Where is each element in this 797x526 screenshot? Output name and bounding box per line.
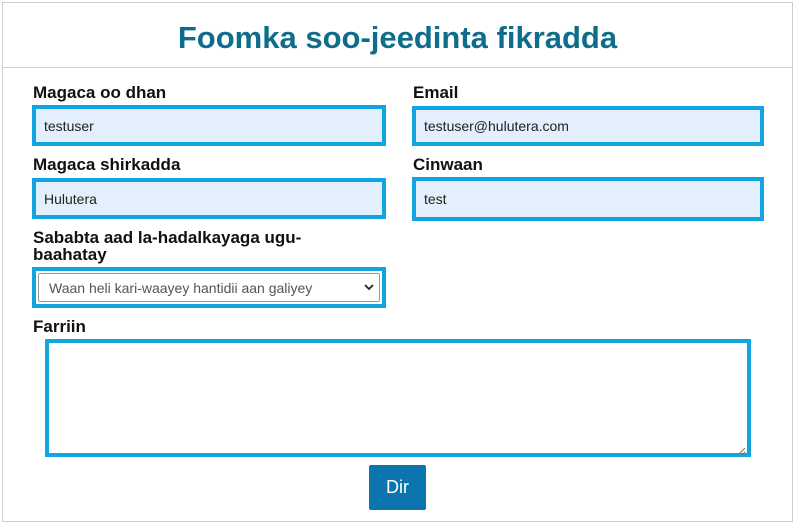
chevron-down-icon[interactable] [359,284,379,291]
email-label: Email [413,83,459,102]
form-header: Foomka soo-jeedinta fikradda [3,3,792,68]
message-field[interactable] [49,343,747,453]
name-field[interactable] [32,105,386,146]
reason-label-line1: Sababta aad la-hadalkayaga ugu- [33,228,302,247]
message-field-wrap [45,339,751,457]
name-label: Magaca oo dhan [33,83,167,102]
address-field[interactable] [412,177,764,221]
company-field[interactable] [32,178,386,219]
submit-button[interactable]: Dir [369,465,426,510]
reason-select[interactable]: Waan heli kari-waayey hantidii aan galiy… [32,267,386,308]
reason-select-box[interactable]: Waan heli kari-waayey hantidii aan galiy… [38,273,380,302]
reason-selected-value: Waan heli kari-waayey hantidii aan galiy… [49,279,313,296]
page-title: Foomka soo-jeedinta fikradda [177,20,618,55]
company-label: Magaca shirkadda [33,155,181,174]
address-label: Cinwaan [413,155,483,174]
resize-grip-icon[interactable] [737,443,746,456]
reason-label-line2: baahatay [33,245,107,264]
email-field[interactable] [412,106,764,146]
message-label: Farriin [33,317,86,336]
reason-label: Sababta aad la-hadalkayaga ugu- baahatay [33,229,301,263]
